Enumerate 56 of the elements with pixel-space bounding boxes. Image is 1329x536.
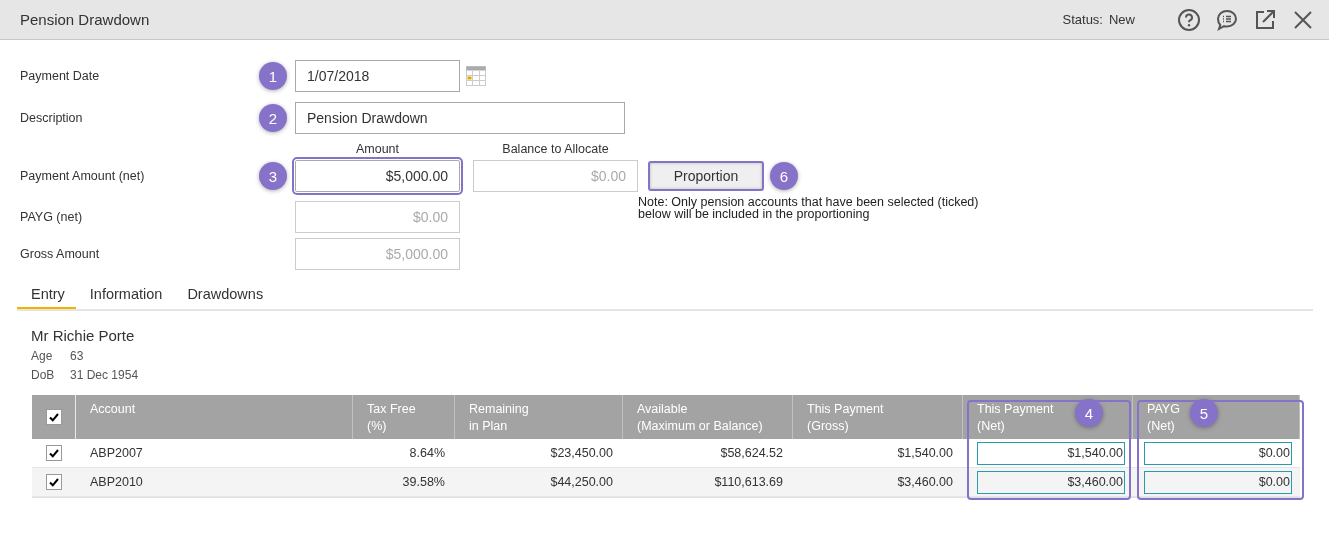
status-label: Status: [1062, 12, 1103, 27]
payg-field[interactable]: $0.00 [1144, 441, 1292, 465]
net-payment-field[interactable]: $3,460.00 [977, 470, 1125, 494]
age-label: Age [31, 348, 54, 365]
tab[interactable]: Drawdowns [173, 280, 275, 309]
date-field[interactable]: 1/07/2018 [295, 60, 460, 92]
dob-label: DoB [31, 367, 56, 384]
column-header: PAYG (Net) [1147, 402, 1180, 433]
field-label: PAYG (net) [20, 210, 84, 224]
table-cell: $23,450.00 [550, 446, 613, 460]
column-header: This Payment (Gross) [807, 402, 884, 433]
window-title: Pension Drawdown [20, 11, 151, 28]
table-cell: $1,540.00 [897, 446, 953, 460]
payg-field[interactable]: $0.00 [1144, 470, 1292, 494]
table-cell: $3,460.00 [897, 475, 953, 489]
member-name: Mr Richie Porte [31, 327, 136, 344]
description-field[interactable]: Pension Drawdown [295, 102, 625, 134]
table-cell: $44,250.00 [550, 475, 613, 489]
amount-field[interactable]: $5,000.00 [295, 160, 460, 192]
table-cell: 8.64% [409, 446, 445, 460]
net-payment-field[interactable]: $1,540.00 [977, 441, 1125, 465]
callout-badge: 6 [770, 162, 798, 190]
callout-badge: 5 [1190, 399, 1218, 427]
age-value: 63 [70, 349, 84, 363]
field-label: Payment Amount (net) [20, 169, 146, 183]
tab[interactable]: Entry [17, 280, 76, 309]
callout-badge: 1 [259, 62, 287, 90]
note-text: Note: Only pension accounts that have been selected (ticked) below will be included in the proportioning [638, 196, 979, 220]
column-header: Remaining in Plan [469, 402, 529, 433]
dob-value: 31 Dec 1954 [70, 368, 139, 382]
table-cell: 39.58% [402, 475, 445, 489]
field-label: Gross Amount [20, 247, 101, 261]
column-header: Tax Free (%) [367, 402, 416, 433]
row-checkbox[interactable] [46, 445, 62, 461]
comment-icon[interactable] [1215, 7, 1239, 32]
select-all-checkbox[interactable] [45, 409, 62, 425]
field-label: Description [20, 111, 84, 125]
table-cell: $58,624.52 [720, 446, 783, 460]
help-icon[interactable] [1177, 7, 1201, 32]
field-label: Payment Date [20, 69, 101, 83]
callout-badge: 2 [259, 104, 287, 132]
tab[interactable]: Information [75, 280, 174, 309]
callout-badge: 4 [1075, 399, 1103, 427]
table-cell: ABP2010 [90, 475, 143, 489]
column-header: Available (Maximum or Balance) [637, 402, 763, 433]
column-heading: Amount [354, 142, 401, 156]
column-header: Account [90, 402, 136, 416]
status-value: New [1109, 12, 1135, 27]
table-cell: ABP2007 [90, 446, 143, 460]
table-cell: $110,613.69 [714, 475, 783, 489]
column-header: This Payment (Net) [977, 402, 1054, 433]
row-checkbox[interactable] [46, 474, 62, 490]
proportion-button[interactable]: Proportion [648, 161, 764, 191]
column-heading: Balance to Allocate [501, 142, 610, 156]
callout-badge: 3 [259, 162, 287, 190]
external-link-icon[interactable] [1253, 7, 1277, 32]
